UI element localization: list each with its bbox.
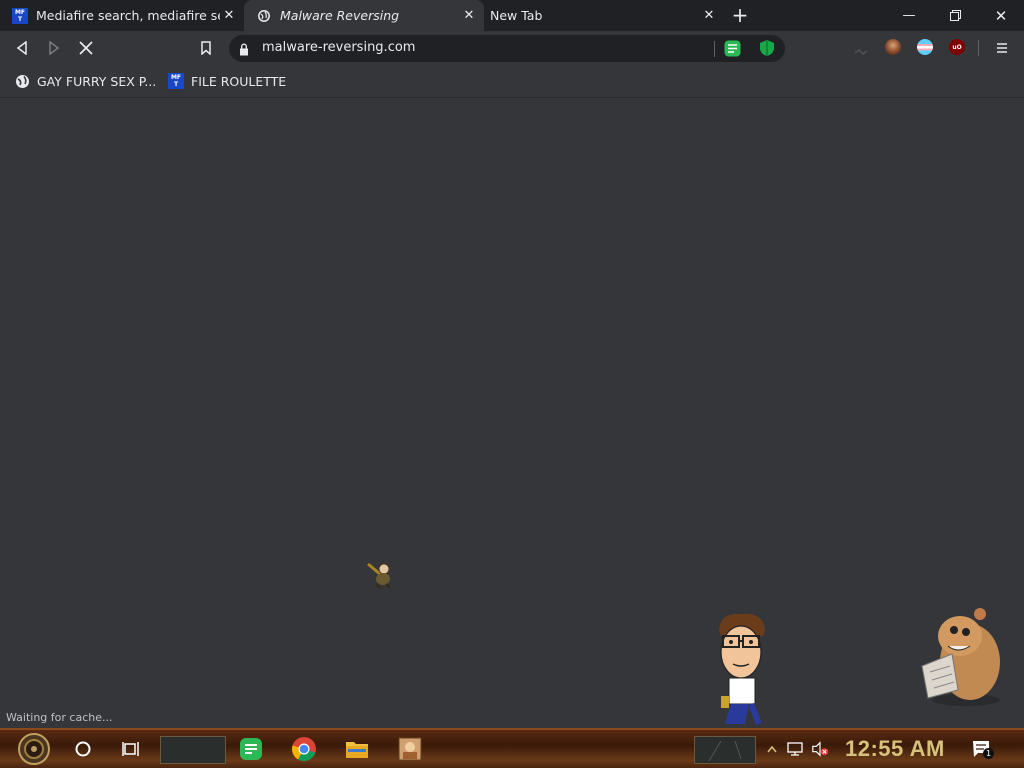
network-tray-button[interactable]	[787, 741, 805, 757]
globe-icon	[14, 73, 30, 89]
restore-button[interactable]	[932, 0, 978, 31]
folder-icon	[346, 742, 368, 758]
close-tab-icon[interactable]: ✕	[460, 7, 478, 25]
bookmark-gay-furry[interactable]: GAY FURRY SEX P...	[14, 72, 156, 90]
tab-new-tab[interactable]: New Tab ✕	[484, 0, 724, 31]
tab-title: Malware Reversing	[280, 8, 400, 23]
taskbar-file-explorer[interactable]	[342, 734, 372, 764]
tab-title: New Tab	[490, 8, 543, 23]
back-arrow-icon	[16, 41, 27, 55]
back-button[interactable]	[11, 37, 33, 59]
restore-icon	[949, 10, 961, 21]
browser-toolbar: malware-reversing.com uO	[0, 31, 1024, 65]
taskbar-chat-app[interactable]	[236, 734, 266, 764]
divider	[714, 41, 715, 57]
bookmark-icon	[201, 41, 211, 55]
avatar-extension-icon[interactable]	[885, 39, 901, 55]
start-button[interactable]	[12, 732, 56, 766]
bookmark-file-roulette[interactable]: MF T FILE ROULETTE	[168, 72, 286, 90]
mft-favicon-icon: MF T	[12, 7, 28, 24]
status-bar-text: Waiting for cache...	[0, 709, 119, 727]
chevron-up-icon	[767, 745, 777, 753]
tab-strip: MF T Mediafire search, mediafire sea ✕ Ma…	[0, 0, 1024, 31]
taskbar-image-app[interactable]	[395, 734, 425, 764]
taskbar-widget-box	[694, 736, 756, 764]
cursor-pet-sprite	[366, 560, 398, 594]
cortana-button[interactable]	[68, 734, 98, 764]
close-tab-icon[interactable]: ✕	[220, 7, 238, 25]
notification-count-badge: 1	[983, 748, 994, 759]
page-content	[0, 98, 1024, 728]
chrome-icon	[292, 737, 316, 761]
minimize-button[interactable]: —	[886, 0, 932, 31]
menu-button[interactable]	[991, 37, 1013, 59]
game-thumbnail-icon	[398, 737, 422, 761]
address-bar[interactable]: malware-reversing.com	[229, 35, 785, 62]
show-hidden-icons-button[interactable]	[766, 741, 778, 757]
globe-icon	[256, 8, 272, 24]
plus-icon: +	[731, 3, 749, 27]
hank-hill-desktop-pet	[715, 612, 769, 732]
task-view-icon	[122, 742, 139, 756]
task-view-button[interactable]	[116, 734, 146, 764]
bookmarks-bar: GAY FURRY SEX P... MF T FILE ROULETTE	[0, 65, 1024, 98]
tab-malware-reversing[interactable]: Malware Reversing ✕	[244, 0, 484, 31]
ublock-origin-icon[interactable]: uO	[949, 39, 965, 55]
circle-icon	[75, 741, 91, 757]
close-window-button[interactable]: ✕	[978, 0, 1024, 31]
lock-icon	[239, 41, 249, 60]
volume-muted-icon	[812, 741, 829, 757]
volume-tray-button[interactable]	[811, 741, 829, 757]
shield-extension-icon[interactable]	[759, 39, 775, 61]
taskbar-chrome[interactable]	[289, 734, 319, 764]
tab-mediafire-search[interactable]: MF T Mediafire search, mediafire sea ✕	[0, 0, 244, 31]
flag-extension-icon[interactable]	[917, 39, 933, 55]
hamburger-menu-icon	[997, 43, 1007, 53]
stop-loading-button[interactable]	[75, 37, 97, 59]
taskbar-clock[interactable]: 12:55 AM	[845, 736, 945, 762]
hamster-reading-newspaper-pet	[918, 600, 1008, 714]
url-text: malware-reversing.com	[262, 40, 416, 55]
divider	[978, 40, 979, 56]
tab-title: Mediafire search, mediafire sea	[36, 8, 220, 23]
mft-favicon-icon: MF T	[168, 73, 184, 89]
forward-button[interactable]	[43, 37, 65, 59]
stop-x-icon	[79, 41, 93, 55]
close-tab-icon[interactable]: ✕	[700, 7, 718, 25]
chat-app-icon	[240, 738, 262, 760]
network-icon	[787, 742, 803, 756]
bookmark-label: GAY FURRY SEX P...	[37, 73, 157, 89]
bookmark-label: FILE ROULETTE	[191, 73, 287, 89]
new-tab-button[interactable]: +	[729, 3, 751, 27]
close-icon: ✕	[994, 6, 1008, 25]
taskbar-search-box[interactable]	[160, 736, 226, 764]
bookmark-button[interactable]	[195, 37, 217, 59]
minimize-icon: —	[902, 8, 916, 23]
action-center-button[interactable]: 1	[972, 741, 994, 759]
chat-extension-icon[interactable]	[724, 40, 741, 61]
taskbar: 12:55 AM 1	[0, 728, 1024, 768]
forward-arrow-icon	[49, 41, 60, 55]
steampunk-start-icon	[18, 733, 50, 765]
extension-icon[interactable]	[854, 43, 868, 56]
